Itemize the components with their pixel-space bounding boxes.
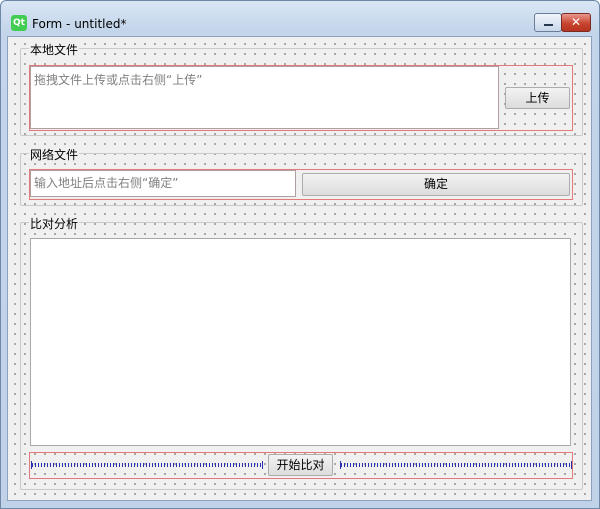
compare-group-title: 比对分析 [29, 215, 80, 232]
right-spacer [340, 461, 572, 469]
file-drop-hint: 拖拽文件上传或点击右侧“上传” [34, 73, 203, 87]
compare-result-area[interactable] [30, 238, 571, 446]
minimize-icon [544, 24, 553, 26]
url-input-placeholder: 输入地址后点击右侧“确定” [34, 176, 179, 190]
start-compare-button[interactable]: 开始比对 [268, 454, 333, 476]
qt-logo-icon: Qt [11, 15, 27, 31]
title-bar[interactable]: Qt Form - untitled* ✕ [1, 1, 599, 32]
left-spacer [31, 461, 263, 469]
network-file-group-title: 网络文件 [29, 146, 80, 163]
confirm-button[interactable]: 确定 [302, 173, 570, 196]
minimize-button[interactable] [534, 13, 562, 32]
upload-button[interactable]: 上传 [505, 87, 570, 109]
window-title: Form - untitled* [32, 17, 127, 31]
url-input[interactable]: 输入地址后点击右侧“确定” [30, 170, 296, 197]
file-drop-area[interactable]: 拖拽文件上传或点击右侧“上传” [30, 66, 499, 129]
local-file-group-title: 本地文件 [29, 41, 80, 58]
close-button[interactable]: ✕ [561, 13, 591, 32]
